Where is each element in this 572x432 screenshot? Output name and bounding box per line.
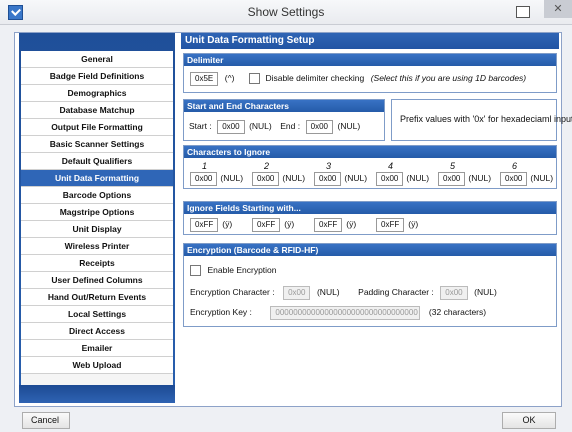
ignore-field-input[interactable]: 0xFF (190, 218, 219, 232)
ignore-char-char: (NUL) (406, 173, 430, 183)
ignore-char-input[interactable]: 0x00 (376, 172, 404, 186)
sidebar-item-local-settings[interactable]: Local Settings (21, 306, 173, 323)
ignore-char-char: (NUL) (468, 173, 492, 183)
ignore-char-char: (NUL) (220, 173, 244, 183)
settings-content: Unit Data Formatting Setup Delimiter 0x5… (181, 33, 572, 403)
sidebar-item-default-qualifiers[interactable]: Default Qualifiers (21, 153, 173, 170)
ignore-field-input[interactable]: 0xFF (376, 218, 405, 232)
sidebar-item-wireless-printer[interactable]: Wireless Printer (21, 238, 173, 255)
prefix-note: Prefix values with '0x' for hexadeciaml … (400, 114, 572, 124)
ignore-field-char: (ÿ) (408, 219, 419, 229)
sidebar-item-emailer[interactable]: Emailer (21, 340, 173, 357)
disable-delimiter-label: Disable delimiter checking (265, 73, 365, 83)
cancel-button[interactable]: Cancel (22, 412, 70, 429)
ignore-char-char: (NUL) (530, 173, 554, 183)
delimiter-section: Delimiter 0x5E (^) Disable delimiter che… (183, 53, 557, 93)
start-char: (NUL) (249, 121, 272, 131)
content-title: Unit Data Formatting Setup (181, 33, 559, 49)
window-title: Show Settings (247, 5, 325, 19)
sidebar-item-hand-out-return-events[interactable]: Hand Out/Return Events (21, 289, 173, 306)
start-end-section: Start and End Characters Start : 0x00 (N… (183, 99, 385, 141)
delimiter-char: (^) (224, 73, 235, 83)
sidebar: General Badge Field Definitions Demographi… (19, 33, 175, 403)
encryption-key-note: (32 characters) (428, 307, 487, 317)
sidebar-item-direct-access[interactable]: Direct Access (21, 323, 173, 340)
padding-char-label: Padding Character : (358, 287, 434, 297)
enable-encryption-label: Enable Encryption (207, 265, 277, 275)
sidebar-item-unit-data-formatting[interactable]: Unit Data Formatting (21, 170, 173, 187)
delimiter-hint: (Select this if you are using 1D barcode… (370, 73, 527, 83)
end-label: End : (280, 121, 301, 131)
start-end-header: Start and End Characters (184, 100, 384, 112)
sidebar-item-demographics[interactable]: Demographics (21, 85, 173, 102)
ignore-char-number: 6 (512, 161, 518, 171)
ignore-char-input[interactable]: 0x00 (438, 172, 466, 186)
settings-panel: General Badge Field Definitions Demographi… (14, 32, 572, 407)
end-char: (NUL) (337, 121, 361, 131)
ignore-char-input[interactable]: 0x00 (252, 172, 280, 186)
encryption-char-label: Encryption Character : (190, 287, 275, 297)
sidebar-header (19, 33, 175, 51)
ignore-field-input[interactable]: 0xFF (252, 218, 281, 232)
padding-char-char: (NUL) (474, 287, 497, 297)
sidebar-list: General Badge Field Definitions Demographi… (21, 51, 173, 399)
restore-window-icon[interactable] (516, 6, 530, 18)
ignore-field-char: (ÿ) (346, 219, 357, 229)
ignore-char-number: 4 (388, 161, 394, 171)
padding-char-input[interactable]: 0x00 (440, 286, 468, 300)
encryption-header: Encryption (Barcode & RFID-HF) (184, 244, 556, 256)
sidebar-item-basic-scanner-settings[interactable]: Basic Scanner Settings (21, 136, 173, 153)
sidebar-item-database-matchup[interactable]: Database Matchup (21, 102, 173, 119)
ignore-field-input[interactable]: 0xFF (314, 218, 343, 232)
sidebar-item-barcode-options[interactable]: Barcode Options (21, 187, 173, 204)
encryption-section: Encryption (Barcode & RFID-HF) Enable En… (183, 243, 557, 327)
ignore-field-char: (ÿ) (222, 219, 233, 229)
ignore-chars-header: Characters to Ignore (184, 146, 556, 158)
title-bar: Show Settings ✕ (0, 0, 572, 25)
ignore-char-input[interactable]: 0x00 (500, 172, 528, 186)
delimiter-input[interactable]: 0x5E (190, 72, 219, 86)
encryption-char-input[interactable]: 0x00 (283, 286, 311, 300)
ignore-fields-header: Ignore Fields Starting with... (184, 202, 556, 214)
sidebar-item-general[interactable]: General (21, 51, 173, 68)
ignore-char-number: 1 (202, 161, 208, 171)
prefix-note-box: Prefix values with '0x' for hexadeciaml … (391, 99, 572, 141)
ignore-char-input[interactable]: 0x00 (190, 172, 218, 186)
sidebar-item-user-defined-columns[interactable]: User Defined Columns (21, 272, 173, 289)
start-label: Start : (189, 121, 212, 131)
encryption-key-input[interactable]: 00000000000000000000000000000000 (270, 306, 421, 320)
encryption-key-label: Encryption Key : (190, 307, 252, 317)
sidebar-footer (19, 385, 175, 403)
start-input[interactable]: 0x00 (217, 120, 245, 134)
encryption-char-char: (NUL) (316, 287, 340, 297)
sidebar-item-unit-display[interactable]: Unit Display (21, 221, 173, 238)
ignore-char-char: (NUL) (282, 173, 306, 183)
disable-delimiter-checkbox[interactable] (248, 73, 260, 85)
sidebar-item-web-upload[interactable]: Web Upload (21, 357, 173, 374)
ignore-char-number: 3 (326, 161, 332, 171)
ignore-char-number: 2 (264, 161, 270, 171)
ignore-field-char: (ÿ) (284, 219, 295, 229)
close-window-button[interactable]: ✕ (544, 0, 572, 18)
ignore-char-input[interactable]: 0x00 (314, 172, 342, 186)
sidebar-item-magstripe-options[interactable]: Magstripe Options (21, 204, 173, 221)
enable-encryption-checkbox[interactable] (190, 265, 201, 277)
end-input[interactable]: 0x00 (305, 120, 333, 134)
sidebar-item-receipts[interactable]: Receipts (21, 255, 173, 272)
ignore-char-char: (NUL) (344, 173, 368, 183)
ok-button[interactable]: OK (502, 412, 556, 429)
ignore-fields-section: Ignore Fields Starting with... 0xFF (ÿ) 0x… (183, 201, 557, 235)
delimiter-header: Delimiter (184, 54, 556, 66)
sidebar-item-badge-field-definitions[interactable]: Badge Field Definitions (21, 68, 173, 85)
ignore-chars-section: Characters to Ignore 1 0x00 (NUL) 2 0x00 (NUL… (183, 145, 557, 189)
sidebar-item-output-file-formatting[interactable]: Output File Formatting (21, 119, 173, 136)
ignore-char-number: 5 (450, 161, 456, 171)
